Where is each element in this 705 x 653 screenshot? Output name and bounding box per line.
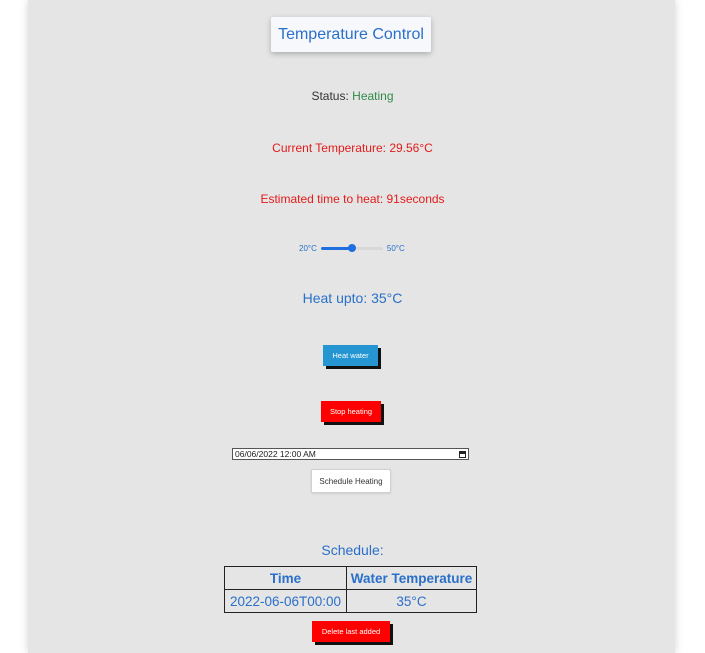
- table-header-row: Time Water Temperature: [224, 566, 477, 590]
- page-title: Temperature Control: [271, 17, 431, 52]
- column-header-time: Time: [224, 566, 347, 590]
- cell-temperature: 35°C: [346, 589, 477, 613]
- schedule-datetime-input[interactable]: 06/06/2022 12:00 AM: [232, 448, 469, 460]
- column-header-water-temperature: Water Temperature: [346, 566, 477, 590]
- status-value: Heating: [352, 89, 394, 103]
- datetime-date-value: 06/06/2022 12:: [235, 449, 292, 459]
- heat-upto-label: Heat upto: 35°C: [302, 290, 403, 306]
- datetime-time-value: 00 AM: [291, 449, 316, 459]
- estimated-time: Estimated time to heat: 91seconds: [260, 192, 445, 206]
- calendar-icon[interactable]: [459, 450, 466, 458]
- datetime-value: 06/06/2022 12:00 AM: [235, 449, 316, 459]
- schedule-title: Schedule:: [321, 542, 384, 558]
- table-row: 2022-06-06T00:00 35°C: [224, 589, 477, 613]
- slider-min-label: 20°C: [299, 243, 317, 253]
- delete-last-added-button[interactable]: Delete last added: [312, 621, 390, 642]
- temperature-slider-row: 20°C 50°C: [299, 243, 405, 253]
- slider-max-label: 50°C: [386, 243, 405, 253]
- status-line: Status: Heating: [0, 89, 705, 103]
- current-temperature: Current Temperature: 29.56°C: [272, 141, 433, 155]
- slider-thumb[interactable]: [347, 244, 356, 252]
- status-label: Status:: [311, 89, 349, 103]
- cell-time: 2022-06-06T00:00: [224, 589, 347, 613]
- schedule-heating-button[interactable]: Schedule Heating: [311, 469, 391, 493]
- temperature-slider[interactable]: [320, 243, 383, 253]
- page-title-text: Temperature Control: [278, 25, 424, 43]
- stop-heating-button[interactable]: Stop heating: [321, 401, 381, 422]
- heat-water-button[interactable]: Heat water: [323, 345, 378, 366]
- schedule-table: Time Water Temperature 2022-06-06T00:00 …: [224, 566, 477, 613]
